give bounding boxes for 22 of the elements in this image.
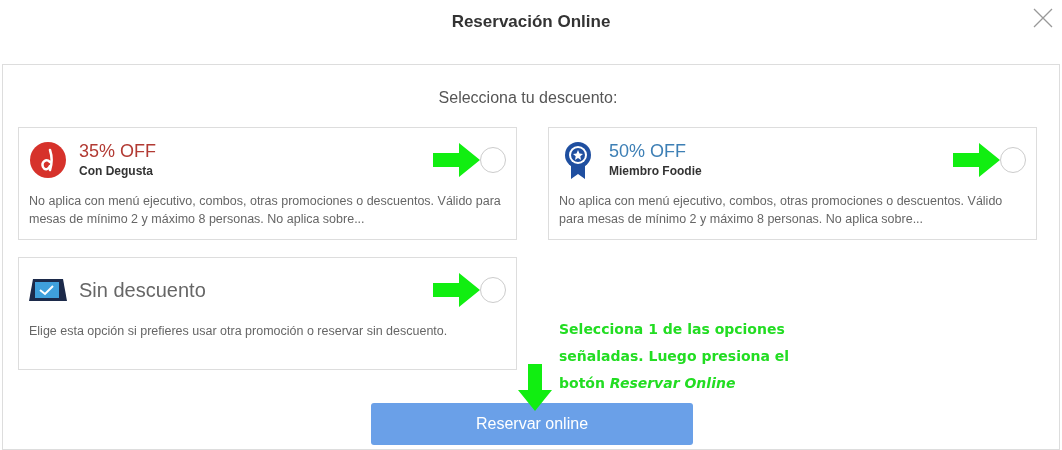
arrow-icon bbox=[518, 364, 552, 411]
annotation-text: Selecciona 1 de las opciones señaladas. Luego presiona el botón Reservar Online bbox=[559, 320, 791, 393]
discount-title: Sin descuento bbox=[79, 278, 207, 302]
arrow-icon bbox=[433, 273, 480, 307]
discount-subtitle: Con Degusta bbox=[79, 163, 154, 180]
letter-d-logo-icon bbox=[30, 142, 66, 178]
discount-subtitle: Miembro Foodie bbox=[609, 163, 703, 180]
arrow-icon bbox=[433, 143, 480, 177]
window-title: Reservación Online bbox=[451, 11, 611, 33]
close-icon[interactable] bbox=[1033, 8, 1053, 28]
discount-title: 50% OFF bbox=[609, 140, 688, 162]
discount-description: No aplica con menú ejecutivo, combos, otras promociones o descuentos. Válido para mesas de mínimo 2 y máximo 8 personas. No aplica sobre... bbox=[29, 193, 502, 228]
discount-card[interactable]: 35% OFF Con Degusta No aplica con menú ejecutivo, combos, otras promociones o descuentos. Válido para mesas de mínimo 2 y máximo 8 personas. No aplica sobre... bbox=[18, 127, 517, 240]
discount-card[interactable]: Sin descuento Elige esta opción si prefieres usar otra promoción o reservar sin descuento. bbox=[18, 257, 517, 370]
arrow-icon bbox=[953, 143, 1000, 177]
discount-title: 35% OFF bbox=[79, 140, 158, 162]
award-ribbon-icon bbox=[564, 141, 592, 179]
discount-description: Elige esta opción si prefieres usar otra promoción o reservar sin descuento. bbox=[29, 323, 449, 340]
checked-tablet-icon bbox=[29, 278, 67, 302]
discount-description: No aplica con menú ejecutivo, combos, otras promociones o descuentos. Válido para mesas de mínimo 2 y máximo 8 personas. No aplica sobre... bbox=[559, 193, 1004, 228]
discount-card[interactable]: 50% OFF Miembro Foodie No aplica con menú ejecutivo, combos, otras promociones o descuentos. Válido para mesas de mínimo 2 y máximo 8 personas. No aplica sobre... bbox=[548, 127, 1037, 240]
section-heading: Selecciona tu descuento: bbox=[438, 88, 618, 108]
